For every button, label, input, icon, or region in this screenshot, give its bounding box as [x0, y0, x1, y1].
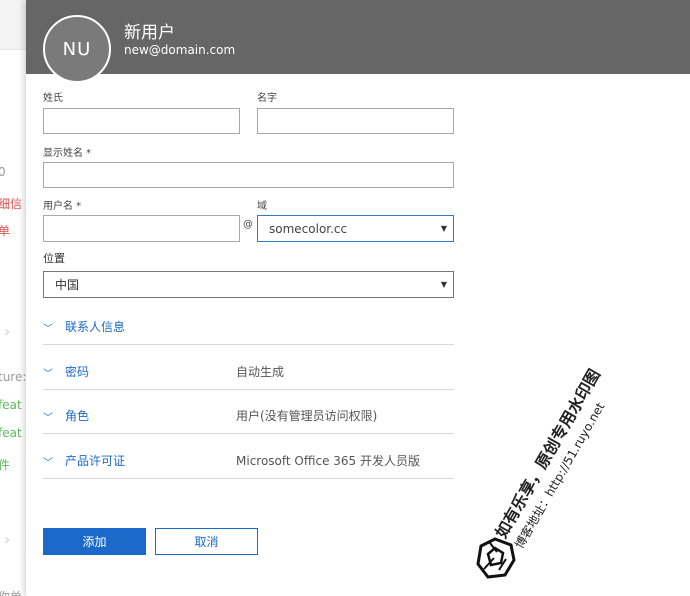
location-value: 中国	[55, 278, 80, 292]
location-label: 位置	[43, 252, 65, 265]
username-label: 用户名 *	[43, 201, 82, 212]
last-name-input[interactable]	[43, 108, 240, 134]
user-display-name: 新用户	[124, 23, 175, 43]
background-page: 0 细信 单 › ture: feat feat 件 › 你单	[0, 0, 26, 596]
user-email: new@domain.com	[124, 43, 236, 57]
chevron-right-icon: ›	[4, 530, 11, 549]
background-link[interactable]: 单	[0, 222, 10, 239]
background-link[interactable]: 件	[0, 456, 10, 473]
section-product-license[interactable]: ﹀ 产品许可证 Microsoft Office 365 开发人员版	[43, 446, 454, 479]
background-link[interactable]: feat	[0, 398, 22, 412]
background-link[interactable]: feat	[0, 426, 22, 440]
background-text: 你单	[0, 588, 22, 596]
at-symbol: @	[243, 219, 253, 230]
chevron-down-icon: ﹀	[43, 413, 53, 424]
last-name-label: 姓氏	[43, 93, 63, 104]
section-value: 自动生成	[236, 365, 285, 379]
section-value: Microsoft Office 365 开发人员版	[236, 454, 420, 468]
section-role[interactable]: ﹀ 角色 用户(没有管理员访问权限)	[43, 401, 454, 434]
chevron-down-icon: ﹀	[43, 458, 53, 469]
avatar: NU	[43, 15, 111, 83]
domain-label: 域	[257, 201, 267, 212]
background-text: ture:	[0, 370, 26, 384]
section-label: 联系人信息	[65, 320, 126, 334]
section-value: 用户(没有管理员访问权限)	[236, 409, 378, 423]
display-name-input[interactable]	[43, 162, 454, 188]
first-name-label: 名字	[257, 93, 277, 104]
watermark-text: 如有乐享，原创专用水印图 博客地址：http://51.ruyo.net	[488, 364, 621, 552]
section-label: 角色	[65, 409, 90, 423]
domain-select[interactable]: somecolor.cc ▼	[257, 215, 454, 242]
section-password[interactable]: ﹀ 密码 自动生成	[43, 357, 454, 390]
section-contact-info[interactable]: ﹀ 联系人信息	[43, 312, 454, 345]
background-text: 0	[0, 165, 6, 179]
watermark-line1: 如有乐享，原创专用水印图	[491, 365, 604, 542]
chevron-down-icon: ﹀	[43, 369, 53, 380]
chevron-down-icon: ﹀	[43, 324, 53, 335]
dropdown-arrow-icon: ▼	[440, 224, 447, 233]
first-name-input[interactable]	[257, 108, 454, 134]
background-link[interactable]: 细信	[0, 195, 22, 212]
section-label: 产品许可证	[65, 454, 126, 468]
section-label: 密码	[65, 365, 90, 379]
display-name-label: 显示姓名 *	[43, 148, 92, 159]
cancel-button[interactable]: 取消	[155, 528, 258, 555]
domain-value: somecolor.cc	[269, 221, 348, 236]
new-user-panel: 新用户 new@domain.com NU 姓氏 名字 显示姓名 * 用户名 *…	[26, 0, 690, 596]
background-header	[0, 0, 26, 50]
username-input[interactable]	[43, 215, 240, 242]
chevron-right-icon: ›	[4, 322, 11, 341]
dropdown-arrow-icon: ▼	[440, 280, 447, 289]
panel-header: 新用户 new@domain.com	[26, 0, 690, 74]
location-select[interactable]: 中国 ▼	[43, 271, 454, 298]
add-button[interactable]: 添加	[43, 528, 146, 555]
